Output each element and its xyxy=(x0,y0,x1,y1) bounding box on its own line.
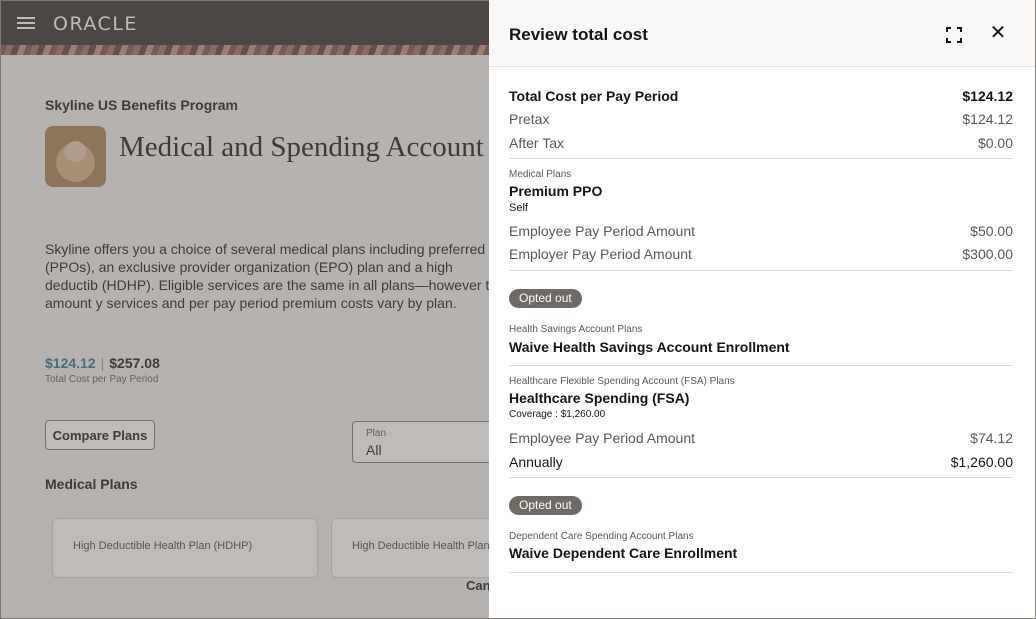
review-total-cost-drawer: Review total cost ✕ Total Cost per Pay P… xyxy=(489,0,1036,619)
plan-select-value: All xyxy=(366,442,382,458)
opted-out-badge: Opted out xyxy=(509,289,582,308)
section-plan-name: Waive Health Savings Account Enrollment xyxy=(509,339,790,355)
plan-card[interactable]: High Deductible Health Plan (HDHP) xyxy=(52,518,318,578)
plan-card-title: High Deductible Health Plan (H xyxy=(352,540,505,552)
pretax-value: $124.12 xyxy=(962,111,1013,127)
section-sub: Self xyxy=(509,202,528,214)
amount-label: Employer Pay Period Amount xyxy=(509,246,692,262)
section-category: Health Savings Account Plans xyxy=(509,324,643,335)
drawer-title: Review total cost xyxy=(509,25,648,44)
plan-select-label: Plan xyxy=(366,428,387,439)
oracle-logo: ORACLE xyxy=(53,13,138,35)
close-icon[interactable]: ✕ xyxy=(987,22,1009,44)
program-name: Skyline US Benefits Program xyxy=(45,97,238,113)
page-title: Medical and Spending Account xyxy=(119,131,484,163)
amount-value: $1,260.00 xyxy=(950,454,1013,470)
opted-out-badge: Opted out xyxy=(509,496,582,515)
total-cost-label: Total Cost per Pay Period xyxy=(509,88,679,104)
section-category: Medical Plans xyxy=(509,169,572,180)
amount-label: Employee Pay Period Amount xyxy=(509,223,695,239)
divider xyxy=(509,572,1013,573)
divider xyxy=(509,158,1013,159)
section-category: Dependent Care Spending Account Plans xyxy=(509,531,694,542)
amount-label: Annually xyxy=(509,454,563,470)
amount-value: $74.12 xyxy=(970,430,1013,446)
expand-icon[interactable] xyxy=(944,25,964,45)
divider xyxy=(509,365,1013,366)
avatar xyxy=(45,126,106,187)
intro-text: Skyline offers you a choice of several m… xyxy=(45,241,505,311)
amount-value: $300.00 xyxy=(962,246,1013,262)
plan-card-title: High Deductible Health Plan (HDHP) xyxy=(73,540,253,552)
total-cost: $257.08 xyxy=(109,355,160,371)
amount-value: $50.00 xyxy=(970,223,1013,239)
aftertax-value: $0.00 xyxy=(977,135,1013,151)
divider xyxy=(509,477,1013,478)
divider xyxy=(509,270,1013,271)
cost-summary: $124.12 | $257.08 xyxy=(45,355,160,371)
pretax-label: Pretax xyxy=(509,111,550,127)
section-plan-name: Healthcare Spending (FSA) xyxy=(509,390,690,406)
selected-cost[interactable]: $124.12 xyxy=(45,355,96,371)
section-plan-name: Premium PPO xyxy=(509,183,603,199)
hamburger-menu-icon[interactable] xyxy=(17,14,37,32)
amount-label: Employee Pay Period Amount xyxy=(509,430,695,446)
total-cost-value: $124.12 xyxy=(962,88,1013,104)
cost-caption: Total Cost per Pay Period xyxy=(45,374,159,385)
compare-plans-button[interactable]: Compare Plans xyxy=(45,420,155,450)
aftertax-label: After Tax xyxy=(509,135,564,151)
section-category: Healthcare Flexible Spending Account (FS… xyxy=(509,376,735,387)
drawer-header: Review total cost ✕ xyxy=(489,0,1035,67)
medical-plans-heading: Medical Plans xyxy=(45,476,138,492)
section-plan-name: Waive Dependent Care Enrollment xyxy=(509,545,738,561)
section-sub: Coverage : $1,260.00 xyxy=(509,409,606,420)
